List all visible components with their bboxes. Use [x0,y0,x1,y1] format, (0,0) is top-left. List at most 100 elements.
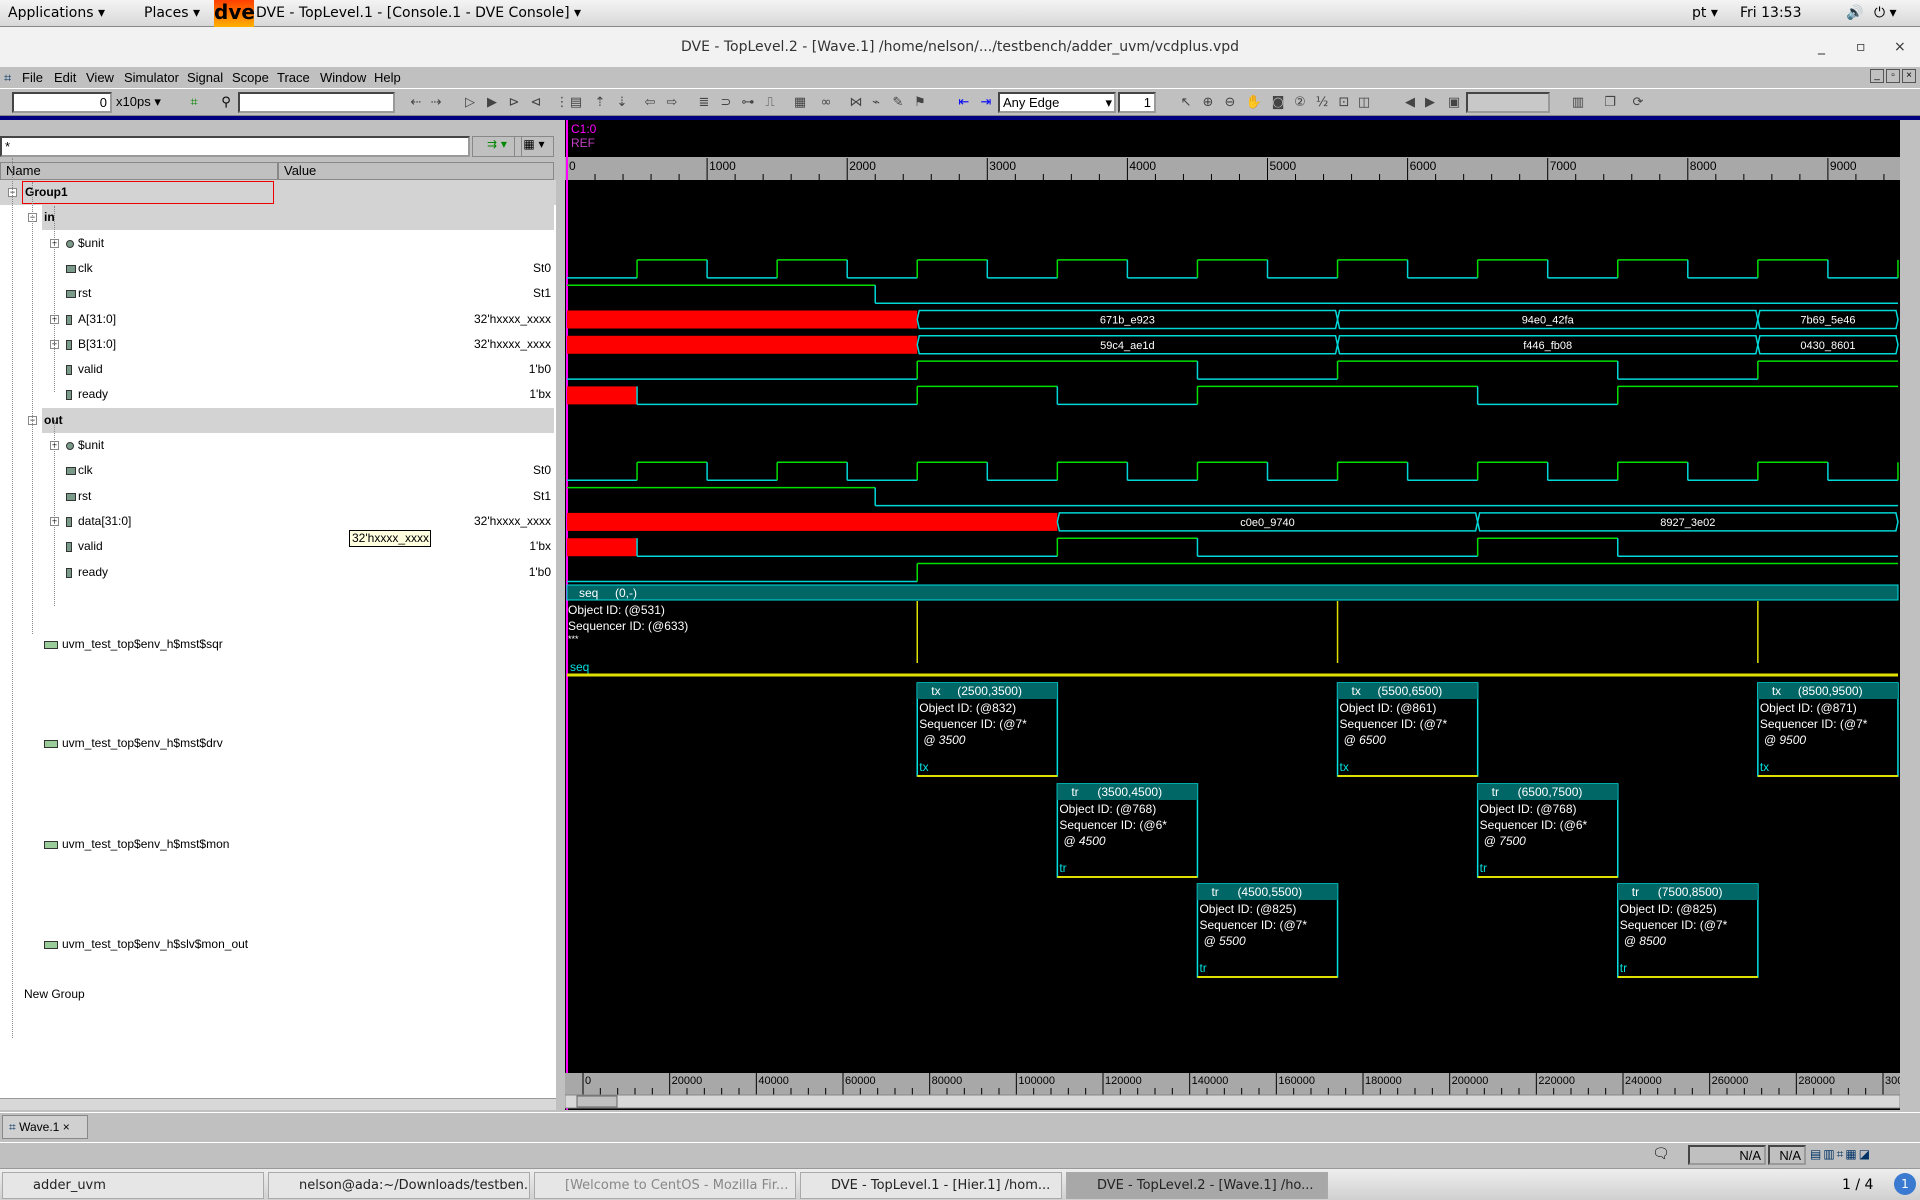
edit-icon[interactable]: ✎ [888,92,908,113]
clock[interactable]: Fri 13:53 [1740,5,1801,21]
scrollbar-thumb[interactable] [576,1095,618,1108]
workspace-indicator[interactable]: 1 / 4 [1842,1177,1873,1193]
menu-scope[interactable]: Scope [232,70,269,85]
zoom-cursor-icon[interactable]: ⊡ [1334,92,1354,113]
next-edge-icon[interactable]: ⇥ [976,92,996,113]
refresh-icon[interactable]: ⟳ [1628,92,1648,113]
places-menu[interactable]: Places ▾ [144,5,200,21]
transaction-stream-row[interactable]: uvm_test_top$env_h$mst$drv [0,731,556,756]
language-menu[interactable]: pt ▾ [1692,5,1718,21]
binoculars-icon[interactable]: ⚲ [216,92,236,113]
wave-icon[interactable]: ⎍ [760,92,780,113]
display-options-button[interactable]: ▦ ▾ [514,136,554,157]
signal-row[interactable]: rst St1 [0,281,556,306]
task-terminal[interactable]: nelson@ada:~/Downloads/testben... [268,1172,530,1199]
signal-row[interactable]: + B[31:0] 32'hxxxx_xxxx [0,332,556,357]
signal-row[interactable]: valid 1'bx [0,534,556,559]
signal-filter-input[interactable]: * [0,136,470,157]
signal-row[interactable]: + $unit [0,433,556,458]
marker-list-icon[interactable]: ▣ [1444,92,1464,113]
zoom-half-icon[interactable]: ½ [1312,92,1332,113]
menu-file[interactable]: File [22,70,43,85]
loads-icon[interactable]: ⊳ [504,92,524,113]
menu-simulator[interactable]: Simulator [124,70,179,85]
list-icon[interactable]: ≣ [694,92,714,113]
task-adder-uvm[interactable]: adder_uvm [2,1172,264,1199]
wave-horizontal-scrollbar[interactable] [564,1094,1901,1109]
time-unit-select[interactable]: x10ps ▾ [116,94,161,110]
menu-trace[interactable]: Trace [277,70,310,85]
back-icon[interactable]: ⇦ [640,92,660,113]
next-marker-icon[interactable]: ▶ [1420,92,1440,113]
message-icon[interactable]: 🗨 [1652,1146,1670,1162]
trace-x-icon[interactable]: ⊲ [526,92,546,113]
signal-icon[interactable]: ⌁ [866,92,886,113]
volume-icon[interactable]: 🔊 [1846,5,1863,21]
signal-wave-icon[interactable]: ⌗ [184,92,204,113]
menu-signal[interactable]: Signal [187,70,223,85]
signal-row[interactable]: rst St1 [0,484,556,509]
signal-row[interactable]: + A[31:0] 32'hxxxx_xxxx [0,307,556,332]
pan-icon[interactable]: ✋ [1244,92,1264,113]
group-icon[interactable]: ∞ [816,92,836,113]
zoom-in-icon[interactable]: ⊕ [1198,92,1218,113]
notification-icon[interactable]: 1 [1894,1173,1916,1195]
edge-mode-select[interactable]: Any Edge ▾ [998,92,1116,113]
task-firefox[interactable]: [Welcome to CentOS - Mozilla Fir... [534,1172,796,1199]
time-input[interactable]: 0 [12,92,112,113]
waveform-icon[interactable]: ▥ [1568,92,1588,113]
marker-select[interactable] [1466,92,1550,113]
schematic-icon[interactable]: ⊃ [716,92,736,113]
mdi-restore-button[interactable]: ▫ [1886,69,1900,83]
zoom-out-icon[interactable]: ⊖ [1220,92,1240,113]
signal-row[interactable]: − in [28,205,554,231]
path-icon[interactable]: ⊶ [738,92,758,113]
window-layout-icons[interactable]: ▤▥⌗▦◪ [1810,1147,1872,1162]
minimize-button[interactable]: _ [1818,27,1825,67]
signal-row[interactable]: ready 1'b0 [0,560,556,585]
down-icon[interactable]: ⇣ [612,92,632,113]
edge-count-input[interactable]: 1 [1118,92,1156,113]
applications-menu[interactable]: Applications ▾ [8,5,105,21]
menu-window[interactable]: Window [320,70,366,85]
prev-marker-icon[interactable]: ◀ [1400,92,1420,113]
transaction-stream-row[interactable]: uvm_test_top$env_h$mst$sqr [0,632,556,657]
mdi-close-button[interactable]: × [1902,69,1916,83]
menu-edit[interactable]: Edit [54,70,76,85]
active-app-menu[interactable]: DVE - TopLevel.1 - [Console.1 - DVE Cons… [256,5,581,21]
task-dve-toplevel2[interactable]: DVE - TopLevel.2 - [Wave.1] /ho... [1066,1172,1328,1199]
prev-edge-icon[interactable]: ⇤ [954,92,974,113]
grid-icon[interactable]: ▦ [790,92,810,113]
zoom-2-icon[interactable]: ② [1290,92,1310,113]
marker-icon[interactable]: ◫ [1354,92,1374,113]
signal-row[interactable]: clk St0 [0,458,556,483]
zoom-fit-icon[interactable]: ◙ [1268,92,1288,113]
select-icon[interactable]: ↖ [1176,92,1196,113]
signal-row[interactable]: valid 1'b0 [0,357,556,382]
pane-splitter[interactable] [556,120,565,1110]
copy-icon[interactable]: ❐ [1600,92,1620,113]
flag-icon[interactable]: ⚑ [910,92,930,113]
menu-help[interactable]: Help [374,70,401,85]
column-value[interactable]: Value [278,162,554,180]
power-icon[interactable]: ⏻ ▾ [1874,5,1897,21]
task-dve-toplevel1[interactable]: DVE - TopLevel.1 - [Hier.1] /hom... [800,1172,1062,1199]
column-name[interactable]: Name [0,162,278,180]
find-prev-icon[interactable]: ⇢ [426,92,446,113]
tab-wave-1[interactable]: ⌗ Wave.1 × [2,1115,88,1139]
link-icon[interactable]: ⋈ [846,92,866,113]
document-icon[interactable]: ▤ [566,92,586,113]
horizontal-scrollbar[interactable] [0,1098,556,1110]
maximize-button[interactable]: ▫ [1856,27,1866,67]
signal-row[interactable]: − Group1 [0,180,556,205]
close-tab-icon[interactable]: × [63,1120,70,1134]
drivers-icon[interactable]: ▶ [482,92,502,113]
mdi-minimize-button[interactable]: _ [1870,69,1884,83]
waveform-canvas[interactable]: C1:0REF 0 1000 2000 3000 4000 5000 6000 7000 8000… [564,120,1920,1110]
find-icon[interactable]: ⇠ [406,92,426,113]
new-group-row[interactable]: New Group [0,982,556,1007]
menu-view[interactable]: View [86,70,114,85]
signal-row[interactable]: + $unit [0,231,556,256]
close-button[interactable]: × [1894,27,1906,67]
signal-row[interactable]: − out [28,407,554,433]
